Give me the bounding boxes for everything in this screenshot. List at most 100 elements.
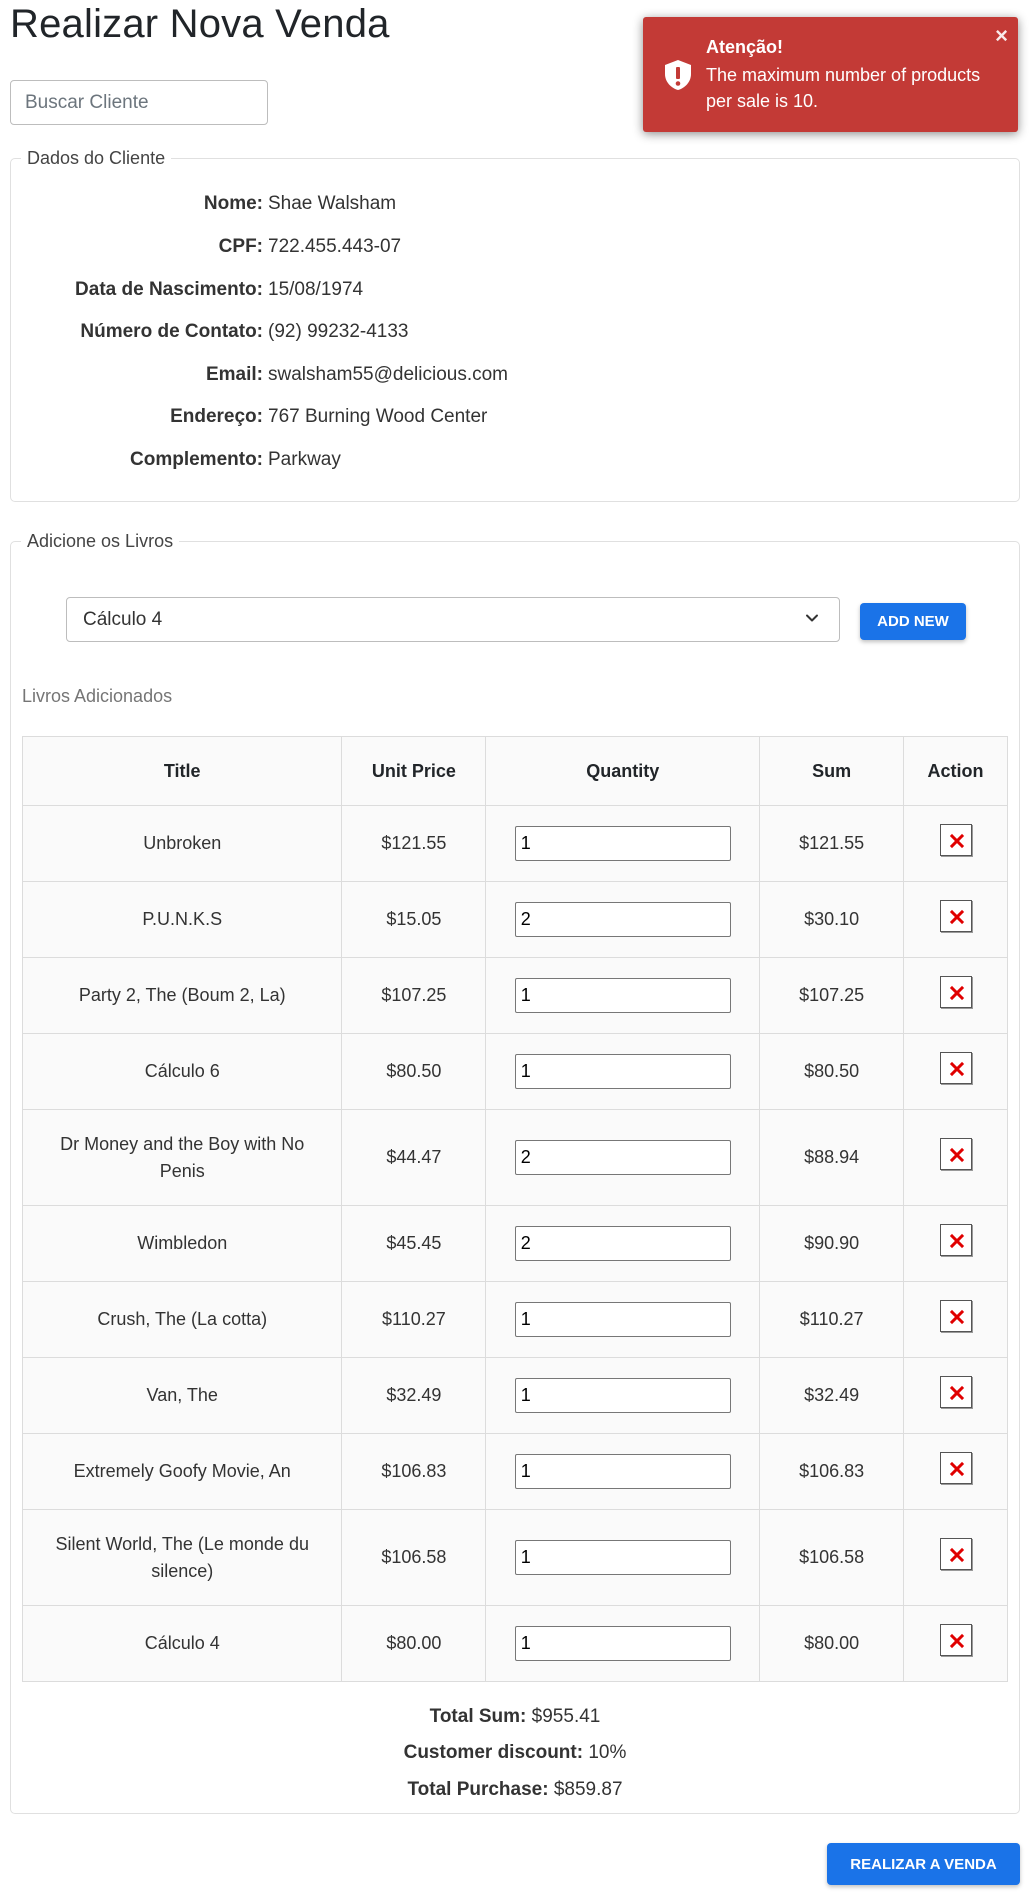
remove-book-button[interactable] xyxy=(939,1223,972,1256)
cell-action xyxy=(903,957,1008,1034)
cell-title: Extremely Goofy Movie, An xyxy=(21,1433,343,1510)
remove-book-button[interactable] xyxy=(939,1451,972,1484)
cell-sum: $80.00 xyxy=(759,1605,905,1682)
quantity-input[interactable] xyxy=(514,1302,731,1337)
cell-title: Cálculo 4 xyxy=(21,1605,343,1682)
quantity-input[interactable] xyxy=(514,1054,731,1089)
search-input[interactable] xyxy=(11,81,267,124)
quantity-input[interactable] xyxy=(514,902,731,937)
field-label: Número de Contato: xyxy=(80,321,263,342)
remove-book-button[interactable] xyxy=(939,1137,972,1170)
cell-title: P.U.N.K.S xyxy=(21,881,343,958)
added-books-table: Title Unit Price Quantity Sum Action Unb… xyxy=(21,736,1008,1682)
cell-quantity xyxy=(485,1109,761,1206)
table-row: P.U.N.K.S $15.05 $30.10 xyxy=(21,881,1008,958)
table-row: Van, The $32.49 $32.49 xyxy=(21,1357,1008,1434)
book-select-value: Cálculo 4 xyxy=(83,609,163,630)
close-icon[interactable]: × xyxy=(995,25,1008,47)
close-icon xyxy=(949,1461,964,1476)
added-books-caption: Livros Adicionados xyxy=(22,686,173,706)
close-icon xyxy=(949,985,964,1000)
quantity-input[interactable] xyxy=(514,1626,731,1661)
quantity-input[interactable] xyxy=(514,1540,731,1575)
table-row: Cálculo 4 $80.00 $80.00 xyxy=(21,1605,1008,1682)
client-field-name: Nome: Shae Walsham xyxy=(11,193,1019,223)
table-row: Silent World, The (Le monde du silence) … xyxy=(21,1509,1008,1606)
cell-title: Crush, The (La cotta) xyxy=(21,1281,343,1358)
client-search[interactable] xyxy=(10,80,268,125)
column-header-unit-price: Unit Price xyxy=(341,736,487,806)
cell-sum: $80.50 xyxy=(759,1033,905,1110)
quantity-input[interactable] xyxy=(514,1378,731,1413)
cell-action xyxy=(903,1109,1008,1206)
remove-book-button[interactable] xyxy=(939,823,972,856)
books-section-legend: Adicione os Livros xyxy=(27,531,174,551)
table-row: Party 2, The (Boum 2, La) $107.25 $107.2… xyxy=(21,957,1008,1034)
cell-quantity xyxy=(485,1357,761,1434)
remove-book-button[interactable] xyxy=(939,899,972,932)
cell-sum: $32.49 xyxy=(759,1357,905,1434)
add-books-section: Adicione os Livros Cálculo 4 ADD NEW Liv… xyxy=(10,531,1020,1814)
client-field-complement: Complemento: Parkway xyxy=(11,449,1019,479)
cell-title: Cálculo 6 xyxy=(21,1033,343,1110)
client-field-email: Email: swalsham55@delicious.com xyxy=(11,364,1019,394)
toast-message: The maximum number of products per sale … xyxy=(706,65,981,112)
close-icon xyxy=(949,909,964,924)
close-icon xyxy=(949,1547,964,1562)
field-value: 767 Burning Wood Center xyxy=(268,406,488,427)
quantity-input[interactable] xyxy=(514,1226,731,1261)
close-icon xyxy=(949,1633,964,1648)
cell-sum: $30.10 xyxy=(759,881,905,958)
client-field-cpf: CPF: 722.455.443-07 xyxy=(11,236,1019,266)
remove-book-button[interactable] xyxy=(939,1051,972,1084)
cell-unit-price: $107.25 xyxy=(341,957,487,1034)
field-label: Data de Nascimento: xyxy=(75,279,263,300)
cell-quantity xyxy=(485,1281,761,1358)
quantity-input[interactable] xyxy=(514,826,731,861)
total-sum-value: $955.41 xyxy=(531,1706,601,1727)
cell-unit-price: $106.83 xyxy=(341,1433,487,1510)
cell-unit-price: $110.27 xyxy=(341,1281,487,1358)
quantity-input[interactable] xyxy=(514,978,731,1013)
table-row: Extremely Goofy Movie, An $106.83 $106.8… xyxy=(21,1433,1008,1510)
field-value: (92) 99232-4133 xyxy=(268,321,409,342)
quantity-input[interactable] xyxy=(514,1454,731,1489)
cell-unit-price: $80.00 xyxy=(341,1605,487,1682)
client-field-birthdate: Data de Nascimento: 15/08/1974 xyxy=(11,279,1019,309)
remove-book-button[interactable] xyxy=(939,1623,972,1656)
cell-unit-price: $106.58 xyxy=(341,1509,487,1606)
finish-sale-button[interactable]: REALIZAR A VENDA xyxy=(827,1843,1020,1885)
remove-book-button[interactable] xyxy=(939,1375,972,1408)
cell-action xyxy=(903,805,1008,882)
field-value: 15/08/1974 xyxy=(268,279,364,300)
remove-book-button[interactable] xyxy=(939,975,972,1008)
cell-sum: $106.83 xyxy=(759,1433,905,1510)
quantity-input[interactable] xyxy=(514,1140,731,1175)
field-value: swalsham55@delicious.com xyxy=(268,364,508,385)
table-row: Dr Money and the Boy with No Penis $44.4… xyxy=(21,1109,1008,1206)
cell-title: Silent World, The (Le monde du silence) xyxy=(21,1509,343,1606)
field-label: Nome: xyxy=(203,193,263,214)
field-label: Email: xyxy=(205,364,263,385)
cell-action xyxy=(903,1205,1008,1282)
client-field-address: Endereço: 767 Burning Wood Center xyxy=(11,406,1019,436)
cell-action xyxy=(903,1033,1008,1110)
cell-sum: $107.25 xyxy=(759,957,905,1034)
cell-title: Van, The xyxy=(21,1357,343,1434)
client-field-contact: Número de Contato: (92) 99232-4133 xyxy=(11,321,1019,351)
cell-unit-price: $15.05 xyxy=(341,881,487,958)
book-select[interactable]: Cálculo 4 xyxy=(66,597,840,642)
cell-quantity xyxy=(485,1433,761,1510)
table-row: Unbroken $121.55 $121.55 xyxy=(21,805,1008,882)
add-new-button[interactable]: ADD NEW xyxy=(860,603,966,640)
close-icon xyxy=(949,1385,964,1400)
cell-quantity xyxy=(485,957,761,1034)
cell-quantity xyxy=(485,1605,761,1682)
cell-title: Unbroken xyxy=(21,805,343,882)
cell-sum: $88.94 xyxy=(759,1109,905,1206)
remove-book-button[interactable] xyxy=(939,1537,972,1570)
cell-title: Dr Money and the Boy with No Penis xyxy=(21,1109,343,1206)
column-header-title: Title xyxy=(21,736,343,806)
remove-book-button[interactable] xyxy=(939,1299,972,1332)
field-value: Shae Walsham xyxy=(268,193,397,214)
